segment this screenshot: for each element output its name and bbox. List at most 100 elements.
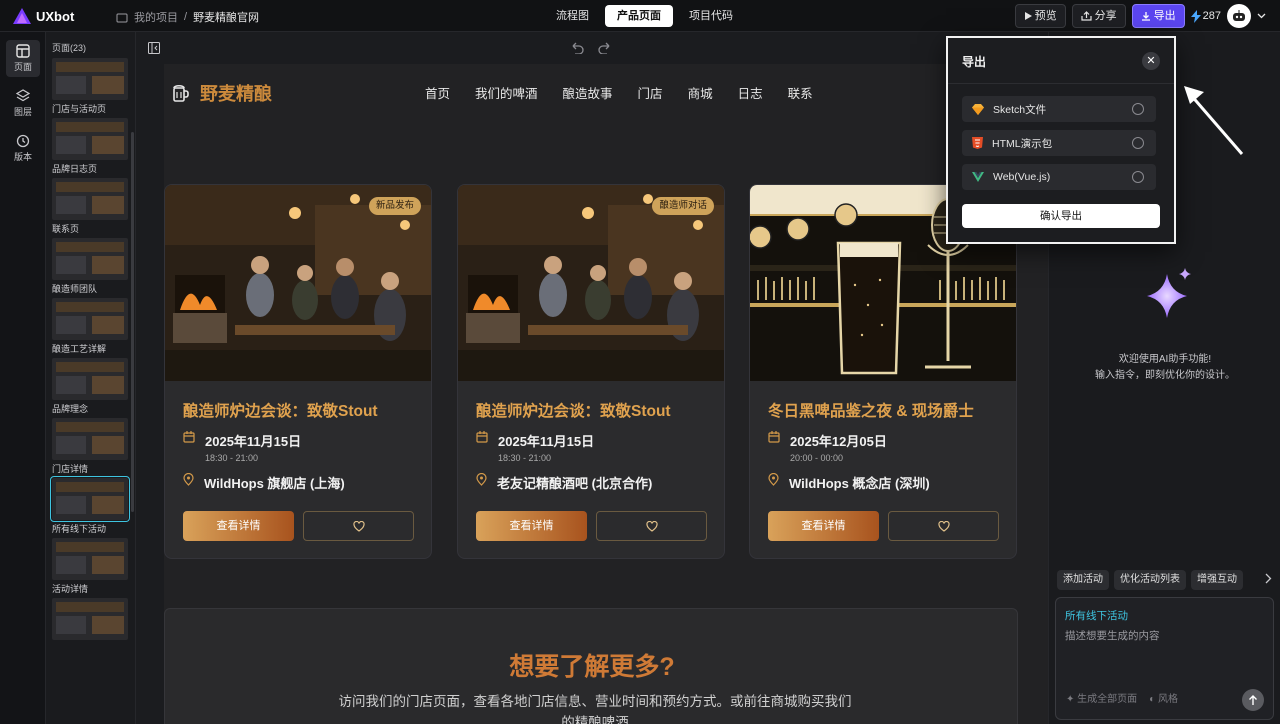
page-thumbnail[interactable] xyxy=(52,538,128,580)
prompt-footer: ✦ 生成全部页面 ◐ 风格 xyxy=(1066,690,1178,705)
page-thumbnail[interactable] xyxy=(52,418,128,460)
event-card[interactable]: 酿造师对话 酿造师炉边会谈：致敬Stout 2025年11月15日 18:30 … xyxy=(457,184,725,559)
learn-more-description: 访问我们的门店页面，查看各地门店信息、营业时间和预约方式。或前往商城购买我们的精… xyxy=(338,694,852,724)
radio-button[interactable] xyxy=(1132,171,1144,183)
prompt-box[interactable]: 所有线下活动 描述想要生成的内容 ✦ 生成全部页面 ◐ 风格 xyxy=(1055,597,1274,720)
page-label[interactable]: 酿造师团队 xyxy=(46,280,135,294)
event-location: WildHops 概念店 (深圳) xyxy=(789,476,930,491)
page-thumbnail[interactable] xyxy=(52,58,128,100)
page-label-selected[interactable]: 所有线下活动 xyxy=(46,520,135,534)
nav-layers[interactable]: 图层 xyxy=(6,85,40,122)
chip-enhance-interaction[interactable]: 增强互动 xyxy=(1191,570,1243,590)
page-label[interactable]: 联系页 xyxy=(46,220,135,234)
page-label[interactable]: 酿造工艺详解 xyxy=(46,340,135,354)
app-logo[interactable]: UXbot xyxy=(12,7,74,25)
sketch-icon xyxy=(972,103,984,115)
calendar-icon xyxy=(476,431,488,443)
export-option-label: Sketch文件 xyxy=(993,103,1047,116)
export-option-sketch[interactable]: Sketch文件 xyxy=(962,96,1156,122)
pages-panel: 页面(23) 门店与活动页 品牌日志页 联系页 酿造师团队 酿造工艺详解 品牌理… xyxy=(46,32,136,724)
site-nav-journal[interactable]: 日志 xyxy=(738,83,763,102)
site-nav-contact[interactable]: 联系 xyxy=(788,83,813,102)
prompt-context: 所有线下活动 xyxy=(1065,610,1128,622)
export-dialog-title: 导出 xyxy=(962,55,987,69)
event-title[interactable]: 冬日黑啤品鉴之夜 & 现场爵士 xyxy=(768,399,974,421)
vue-icon xyxy=(972,172,984,182)
page-label[interactable]: 品牌理念 xyxy=(46,400,135,414)
pages-scrollbar[interactable] xyxy=(131,132,134,512)
top-bar: UXbot 我的项目 / 野麦精酿官网 流程图 产品页面 项目代码 预览 分享 … xyxy=(0,0,1280,32)
page-thumbnail[interactable] xyxy=(52,118,128,160)
export-option-vue[interactable]: Web(Vue.js) xyxy=(962,164,1156,190)
site-nav-stores[interactable]: 门店 xyxy=(638,83,663,102)
event-card[interactable]: 新品发布 酿造师炉边会谈：致敬Stout 2025年11月15日 18:30 -… xyxy=(164,184,432,559)
close-icon[interactable]: ✕ xyxy=(1142,52,1160,70)
preview-button[interactable]: 预览 xyxy=(1014,4,1066,28)
site-nav-shop[interactable]: 商城 xyxy=(688,83,713,102)
style-button[interactable]: ◐ 风格 xyxy=(1149,690,1178,705)
favorite-button[interactable] xyxy=(303,511,414,541)
event-date: 2025年12月05日 xyxy=(790,434,887,449)
breadcrumb-current[interactable]: 野麦精酿官网 xyxy=(193,9,259,25)
favorite-button[interactable] xyxy=(888,511,999,541)
site-nav-beers[interactable]: 我们的啤酒 xyxy=(475,83,538,102)
event-date: 2025年11月15日 xyxy=(498,434,595,449)
tab-flowchart[interactable]: 流程图 xyxy=(544,5,601,27)
chevron-right-icon[interactable] xyxy=(1265,573,1272,584)
site-brand[interactable]: 野麦精酿 xyxy=(172,80,272,106)
undo-icon[interactable] xyxy=(570,42,584,54)
share-button[interactable]: 分享 xyxy=(1071,4,1126,28)
redo-icon[interactable] xyxy=(598,42,612,54)
calendar-icon xyxy=(768,431,780,443)
credits-counter[interactable]: 287 xyxy=(1190,9,1221,23)
site-nav-home[interactable]: 首页 xyxy=(425,83,450,102)
page-thumbnail[interactable] xyxy=(52,298,128,340)
confirm-export-button[interactable]: 确认导出 xyxy=(962,204,1160,228)
export-option-label: Web(Vue.js) xyxy=(993,171,1051,183)
breadcrumb-root[interactable]: 我的项目 xyxy=(134,9,178,25)
page-label[interactable]: 门店与活动页 xyxy=(46,100,135,114)
event-image: 新品发布 xyxy=(165,185,431,381)
page-thumbnail[interactable] xyxy=(52,178,128,220)
chevron-down-icon[interactable] xyxy=(1257,13,1266,19)
page-thumbnail[interactable] xyxy=(52,358,128,400)
event-badge: 酿造师对话 xyxy=(652,197,714,215)
tab-product-pages[interactable]: 产品页面 xyxy=(605,5,673,27)
radio-button[interactable] xyxy=(1132,137,1144,149)
page-thumbnail[interactable] xyxy=(52,598,128,640)
site-preview: 野麦精酿 首页 我们的啤酒 酿造故事 门店 商城 日志 联系 新品发布 酿造师炉… xyxy=(164,64,1048,724)
event-location-row: 老友记精酿酒吧 (北京合作) xyxy=(476,473,652,492)
favorite-button[interactable] xyxy=(596,511,707,541)
site-header: 野麦精酿 首页 我们的啤酒 酿造故事 门店 商城 日志 联系 xyxy=(164,64,1048,118)
welcome-line-1: 欢迎使用AI助手功能! xyxy=(1118,354,1212,365)
view-details-button[interactable]: 查看详情 xyxy=(183,511,294,541)
page-thumbnail[interactable] xyxy=(52,238,128,280)
page-label[interactable]: 品牌日志页 xyxy=(46,160,135,174)
heart-icon xyxy=(937,520,950,532)
prompt-input[interactable]: 描述想要生成的内容 xyxy=(1065,628,1160,643)
event-title[interactable]: 酿造师炉边会谈：致敬Stout xyxy=(183,399,378,421)
export-option-html[interactable]: HTML演示包 xyxy=(962,130,1156,156)
view-details-button[interactable]: 查看详情 xyxy=(768,511,879,541)
collapse-panel-icon[interactable] xyxy=(148,42,160,54)
export-button[interactable]: 导出 xyxy=(1131,4,1185,28)
user-avatar[interactable] xyxy=(1227,4,1251,28)
heart-icon xyxy=(645,520,658,532)
generate-all-button[interactable]: ✦ 生成全部页面 xyxy=(1066,690,1137,705)
event-title[interactable]: 酿造师炉边会谈：致敬Stout xyxy=(476,399,671,421)
page-label[interactable]: 门店详情 xyxy=(46,460,135,474)
send-button[interactable] xyxy=(1242,689,1264,711)
chip-optimize-list[interactable]: 优化活动列表 xyxy=(1114,570,1186,590)
location-pin-icon xyxy=(476,473,487,486)
nav-versions[interactable]: 版本 xyxy=(6,130,40,167)
page-label[interactable]: 活动详情 xyxy=(46,580,135,594)
chip-add-event[interactable]: 添加活动 xyxy=(1057,570,1109,590)
html5-icon xyxy=(972,137,983,149)
view-details-button[interactable]: 查看详情 xyxy=(476,511,587,541)
site-nav-story[interactable]: 酿造故事 xyxy=(563,83,613,102)
tab-project-code[interactable]: 项目代码 xyxy=(677,5,745,27)
radio-button[interactable] xyxy=(1132,103,1144,115)
page-thumbnail-selected[interactable] xyxy=(50,476,130,522)
share-label: 分享 xyxy=(1094,10,1117,22)
nav-pages[interactable]: 页面 xyxy=(6,40,40,77)
